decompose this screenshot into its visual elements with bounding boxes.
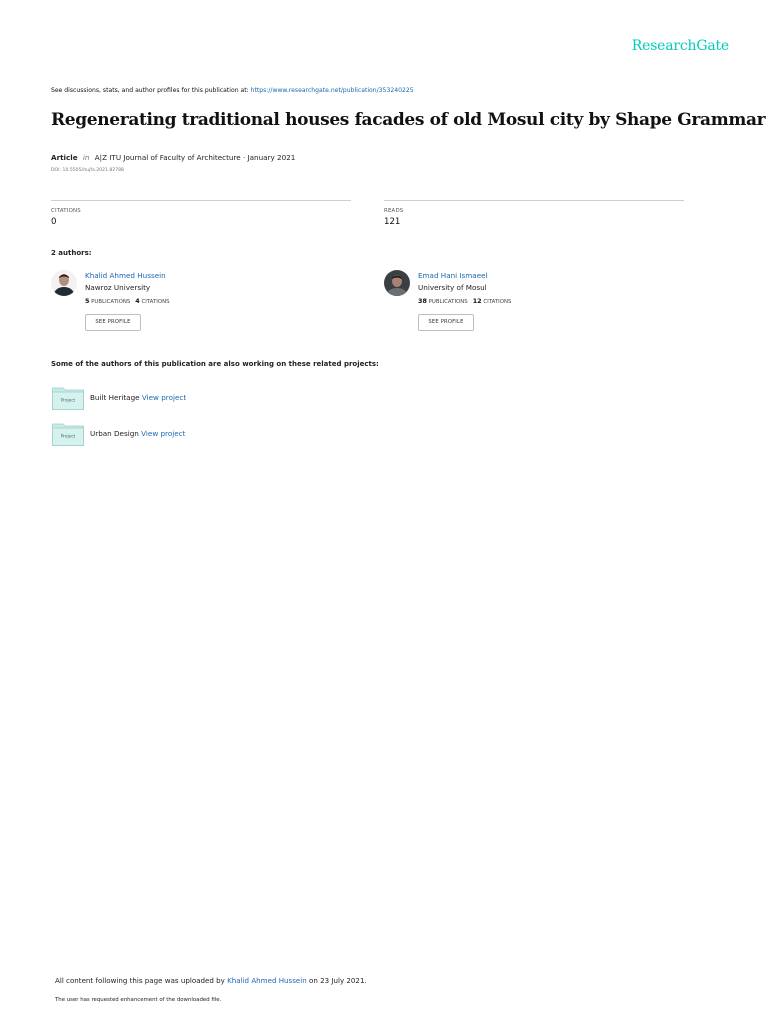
publications-count: 5 bbox=[85, 297, 90, 305]
project-icon-label: Project bbox=[61, 434, 76, 439]
publication-title: Regenerating traditional houses facades … bbox=[51, 110, 766, 130]
discussion-line: See discussions, stats, and author profi… bbox=[51, 87, 414, 94]
project-folder-icon: Project bbox=[52, 423, 84, 446]
project-item: Project Urban Design View project bbox=[52, 422, 352, 446]
author-card: Khalid Ahmed Hussein Nawroz University 5… bbox=[51, 270, 311, 334]
project-folder-icon: Project bbox=[52, 387, 84, 410]
reads-stat: READS 121 bbox=[384, 200, 684, 230]
avatar-photo-icon bbox=[384, 270, 410, 296]
authors-heading: 2 authors: bbox=[51, 249, 92, 257]
uploader-link[interactable]: Khalid Ahmed Hussein bbox=[227, 976, 307, 985]
journal-name: A|Z ITU Journal of Faculty of Architectu… bbox=[94, 153, 296, 162]
author-counts: 38 PUBLICATIONS 12 CITATIONS bbox=[418, 297, 511, 305]
citations-label: CITATIONS bbox=[51, 208, 81, 214]
author-name-link[interactable]: Emad Hani Ismaeel bbox=[418, 271, 488, 280]
citations-label: CITATIONS bbox=[141, 299, 170, 305]
related-projects-heading: Some of the authors of this publication … bbox=[51, 360, 379, 368]
citations-label: CITATIONS bbox=[483, 299, 512, 305]
author-counts: 5 PUBLICATIONS 4 CITATIONS bbox=[85, 297, 170, 305]
project-name: Urban Design View project bbox=[90, 429, 185, 438]
upload-prefix: All content following this page was uplo… bbox=[55, 976, 228, 985]
upload-notice: All content following this page was uplo… bbox=[55, 976, 367, 985]
avatar[interactable] bbox=[51, 270, 77, 296]
see-profile-button[interactable]: SEE PROFILE bbox=[85, 314, 141, 331]
discussion-text: See discussions, stats, and author profi… bbox=[51, 87, 251, 94]
publication-url-link[interactable]: https://www.researchgate.net/publication… bbox=[251, 87, 414, 94]
author-institution: Nawroz University bbox=[85, 283, 151, 292]
project-item: Project Built Heritage View project bbox=[52, 386, 352, 410]
reads-value: 121 bbox=[384, 217, 401, 227]
in-label: in bbox=[82, 153, 90, 162]
author-institution: University of Mosul bbox=[418, 283, 487, 292]
citations-count: 12 bbox=[472, 297, 482, 305]
project-title: Built Heritage bbox=[90, 393, 140, 402]
see-profile-button[interactable]: SEE PROFILE bbox=[418, 314, 474, 331]
citations-stat: CITATIONS 0 bbox=[51, 200, 351, 230]
avatar[interactable] bbox=[384, 270, 410, 296]
enhancement-note: The user has requested enhancement of th… bbox=[55, 997, 222, 1003]
researchgate-logo[interactable]: ResearchGate bbox=[632, 38, 729, 54]
view-project-link[interactable]: View project bbox=[141, 429, 185, 438]
author-card: Emad Hani Ismaeel University of Mosul 38… bbox=[384, 270, 644, 334]
reads-label: READS bbox=[384, 208, 404, 214]
publications-label: PUBLICATIONS bbox=[428, 299, 468, 305]
upload-suffix: on 23 July 2021. bbox=[306, 976, 367, 985]
publication-type: Article bbox=[51, 153, 78, 162]
doi: DOI: 10.5505/itujfa.2021.82788 bbox=[51, 168, 124, 173]
publications-label: PUBLICATIONS bbox=[91, 299, 131, 305]
view-project-link[interactable]: View project bbox=[142, 393, 186, 402]
project-icon-label: Project bbox=[61, 398, 76, 403]
citations-value: 0 bbox=[51, 217, 57, 227]
citations-count: 4 bbox=[135, 297, 140, 305]
author-name-link[interactable]: Khalid Ahmed Hussein bbox=[85, 271, 166, 280]
project-name: Built Heritage View project bbox=[90, 393, 186, 402]
project-title: Urban Design bbox=[90, 429, 139, 438]
publication-meta: Article in A|Z ITU Journal of Faculty of… bbox=[51, 153, 295, 162]
publications-count: 38 bbox=[418, 297, 427, 305]
avatar-photo-icon bbox=[51, 270, 77, 296]
